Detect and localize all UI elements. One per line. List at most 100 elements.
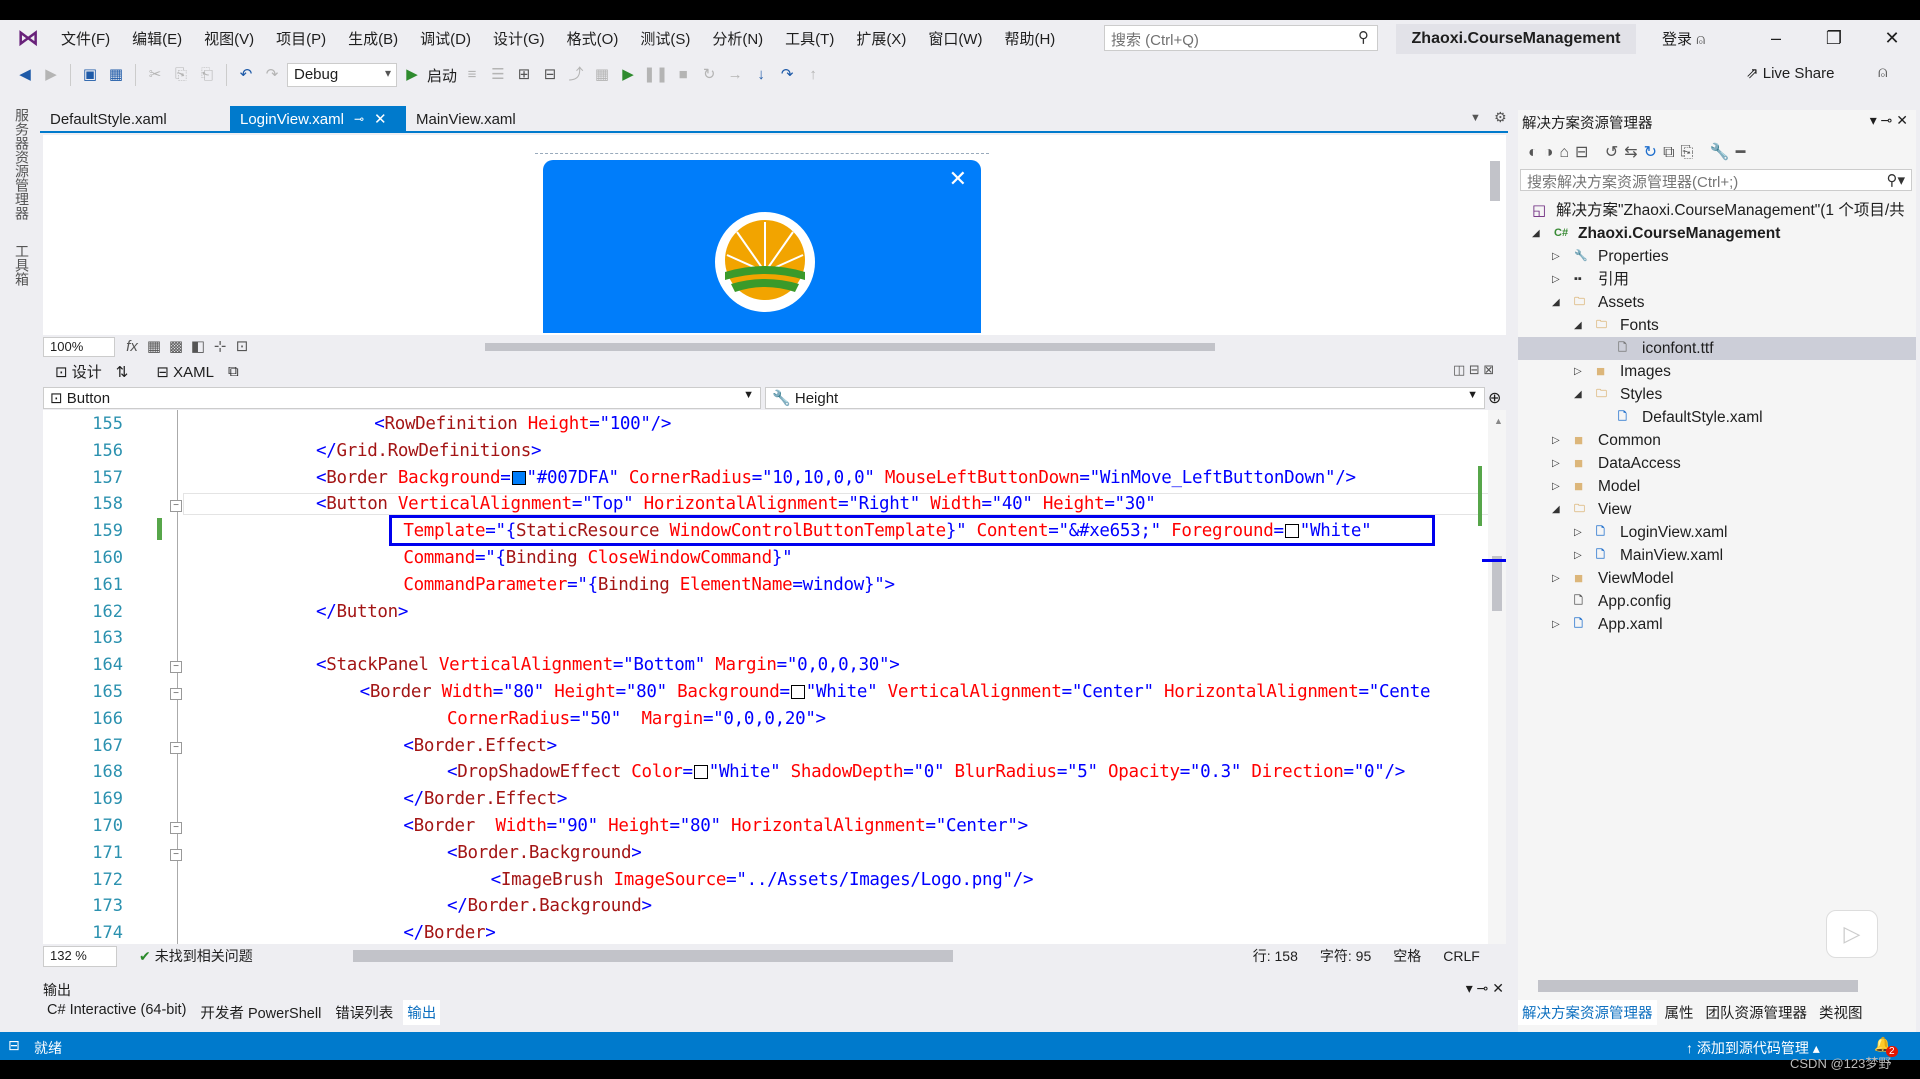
step-into-icon[interactable]: ↓	[750, 63, 772, 87]
expand-arrow-icon[interactable]: ▷	[1552, 245, 1560, 268]
tab-list-dropdown-icon[interactable]: ▼	[1470, 112, 1481, 124]
collapse-arrow-icon[interactable]: ◢	[1574, 383, 1582, 406]
tree-item[interactable]: ▷ ■ DataAccess	[1518, 452, 1916, 475]
close-tab-icon[interactable]: ✕	[374, 110, 387, 128]
designer-horizontal-scrollbar[interactable]	[485, 343, 1215, 351]
tab-loginview[interactable]: LoginView.xaml ⊸ ✕	[230, 106, 406, 132]
tree-item[interactable]: ◢ 🗀 Fonts	[1518, 314, 1916, 337]
comment-icon[interactable]: ☰	[487, 63, 509, 87]
code-line[interactable]: <Border Width="80" Height="80" Backgroun…	[360, 682, 1431, 702]
close-window-button[interactable]: ✕	[1869, 22, 1915, 54]
editor-vertical-scrollbar[interactable]: ▲	[1478, 410, 1506, 944]
menu-item[interactable]: 测试(S)	[629, 28, 701, 49]
xaml-designer[interactable]: ✕	[43, 135, 1506, 335]
code-line[interactable]: <Button VerticalAlignment="Top" Horizont…	[316, 494, 1156, 514]
expand-arrow-icon[interactable]: ▷	[1552, 613, 1560, 636]
code-line[interactable]: CommandParameter="{Binding ElementName=w…	[403, 575, 895, 595]
editor-horizontal-scrollbar[interactable]	[352, 950, 953, 962]
code-line[interactable]: Template="{StaticResource WindowControlB…	[403, 521, 1371, 541]
fold-toggle-icon[interactable]: −	[170, 822, 182, 834]
code-toggle-icon[interactable]: ⊡	[231, 335, 253, 359]
play-overlay-icon[interactable]: ▷	[1826, 910, 1878, 958]
tree-item[interactable]: ▷ ▪▪ 引用	[1518, 268, 1916, 291]
start-icon[interactable]: ▶	[401, 63, 423, 87]
color-swatch-icon[interactable]	[1284, 524, 1299, 539]
back-icon[interactable]: ◀	[14, 63, 36, 87]
designer-vertical-scrollbar[interactable]	[1490, 139, 1500, 329]
cut-icon[interactable]: ✂	[144, 63, 166, 87]
code-line[interactable]: Command="{Binding CloseWindowCommand}"	[403, 548, 792, 568]
code-line[interactable]: <Border.Effect>	[403, 736, 557, 756]
issues-status[interactable]: 未找到相关问题	[155, 946, 253, 966]
save-icon[interactable]: ▣	[79, 63, 101, 87]
solution-explorer-toolbar[interactable]: ◐◑⌂⊟ ↺⇆↻⧉⎘ 🔧━	[1528, 142, 1751, 162]
tab-properties[interactable]: 属性	[1661, 1000, 1698, 1025]
menu-item[interactable]: 帮助(H)	[993, 28, 1066, 49]
restart-icon[interactable]: ↻	[698, 63, 720, 87]
tree-item[interactable]: 🗋 DefaultStyle.xaml	[1518, 406, 1916, 429]
snap-lines-icon[interactable]: ⊹	[209, 335, 231, 359]
code-line[interactable]: CornerRadius="50" Margin="0,0,0,20">	[447, 709, 826, 729]
menu-item[interactable]: 分析(N)	[701, 28, 774, 49]
tree-item[interactable]: ▷ ■ Common	[1518, 429, 1916, 452]
paste-icon[interactable]: ⎗	[196, 63, 218, 87]
expand-arrow-icon[interactable]: ▷	[1552, 452, 1560, 475]
tab-output[interactable]: 输出	[403, 1000, 441, 1025]
tree-item[interactable]: 🗋 App.config	[1518, 590, 1916, 613]
solution-search-input[interactable]: 搜索解决方案资源管理器(Ctrl+;) ⚲▾	[1520, 169, 1912, 191]
color-swatch-icon[interactable]	[511, 470, 526, 485]
code-line[interactable]: </Grid.RowDefinitions>	[316, 441, 542, 461]
code-line[interactable]: </Border.Effect>	[403, 789, 567, 809]
continue-icon[interactable]: ▶	[617, 63, 639, 87]
code-editor[interactable]: 155 <RowDefinition Height="100"/> 156 </Gri…	[43, 410, 1506, 944]
fold-toggle-icon[interactable]: −	[170, 688, 182, 700]
search-input[interactable]: 搜索 (Ctrl+Q) ⚲	[1104, 25, 1378, 51]
indent-status[interactable]: 空格	[1393, 946, 1421, 966]
split-editor-icon[interactable]: ⊕	[1488, 388, 1501, 408]
expand-arrow-icon[interactable]: ▷	[1574, 544, 1582, 567]
tree-item[interactable]: ▷ 🗋 App.xaml	[1518, 613, 1916, 636]
tab-csharp-interactive[interactable]: C# Interactive (64-bit)	[43, 1000, 190, 1025]
fold-toggle-icon[interactable]: −	[170, 661, 182, 674]
server-explorer-tab[interactable]: 服务器资源管理器	[12, 108, 32, 220]
expand-arrow-icon[interactable]: ▷	[1574, 360, 1582, 383]
tree-item[interactable]: ▷ 🔧 Properties	[1518, 245, 1916, 268]
designer-zoom-select[interactable]: 100%	[43, 337, 115, 357]
expand-arrow-icon[interactable]: ▷	[1574, 521, 1582, 544]
code-line[interactable]: </Border.Background>	[447, 896, 652, 916]
pin-icon[interactable]: ⊸	[354, 112, 364, 126]
code-line[interactable]: </Button>	[316, 602, 408, 622]
color-swatch-icon[interactable]	[693, 765, 708, 780]
collapse-arrow-icon[interactable]: ◢	[1552, 291, 1560, 314]
stop-icon[interactable]: ■	[672, 63, 694, 87]
fold-toggle-icon[interactable]: −	[170, 500, 182, 513]
settings-gear-icon[interactable]: ⚙	[1494, 109, 1507, 126]
fx-icon[interactable]: fx	[121, 335, 143, 359]
tab-mainview[interactable]: MainView.xaml	[406, 106, 526, 132]
code-line[interactable]: <Border Background= "#007DFA" CornerRadiu…	[316, 468, 1356, 488]
collapse-arrow-icon[interactable]: ◢	[1552, 498, 1560, 521]
editor-zoom-select[interactable]: 132 %	[43, 945, 117, 967]
split-view-icons[interactable]: ◫ ⊟ ⊠	[1453, 362, 1494, 378]
expand-arrow-icon[interactable]: ▷	[1552, 268, 1560, 291]
tab-team-explorer[interactable]: 团队资源管理器	[1702, 1000, 1812, 1025]
menu-item[interactable]: 视图(V)	[193, 28, 265, 49]
tree-item[interactable]: 🗋 iconfont.ttf	[1518, 337, 1916, 360]
show-next-statement-icon[interactable]: →	[724, 63, 746, 87]
expand-arrow-icon[interactable]: ▷	[1552, 429, 1560, 452]
code-line[interactable]: </Border>	[403, 923, 495, 943]
fold-toggle-icon[interactable]: −	[170, 848, 182, 861]
expand-arrow-icon[interactable]: ▷	[1552, 475, 1560, 498]
tree-item[interactable]: ◢ 🗀 View	[1518, 498, 1916, 521]
swap-panes-icon[interactable]: ⇅	[116, 363, 129, 381]
restore-button[interactable]: ❐	[1811, 22, 1857, 54]
line-ending-status[interactable]: CRLF	[1443, 948, 1480, 964]
solution-config-select[interactable]: Debug	[287, 63, 397, 87]
save-all-icon[interactable]: ▦	[105, 63, 127, 87]
tab-class-view[interactable]: 类视图	[1815, 1000, 1867, 1025]
tree-item[interactable]: ▷ ■ Model	[1518, 475, 1916, 498]
menu-item[interactable]: 生成(B)	[337, 28, 409, 49]
element-navigation-select[interactable]: ⊡ Button ▼	[43, 387, 761, 409]
start-button[interactable]: 启动	[427, 65, 457, 86]
solution-horizontal-scrollbar[interactable]	[1524, 980, 1904, 992]
